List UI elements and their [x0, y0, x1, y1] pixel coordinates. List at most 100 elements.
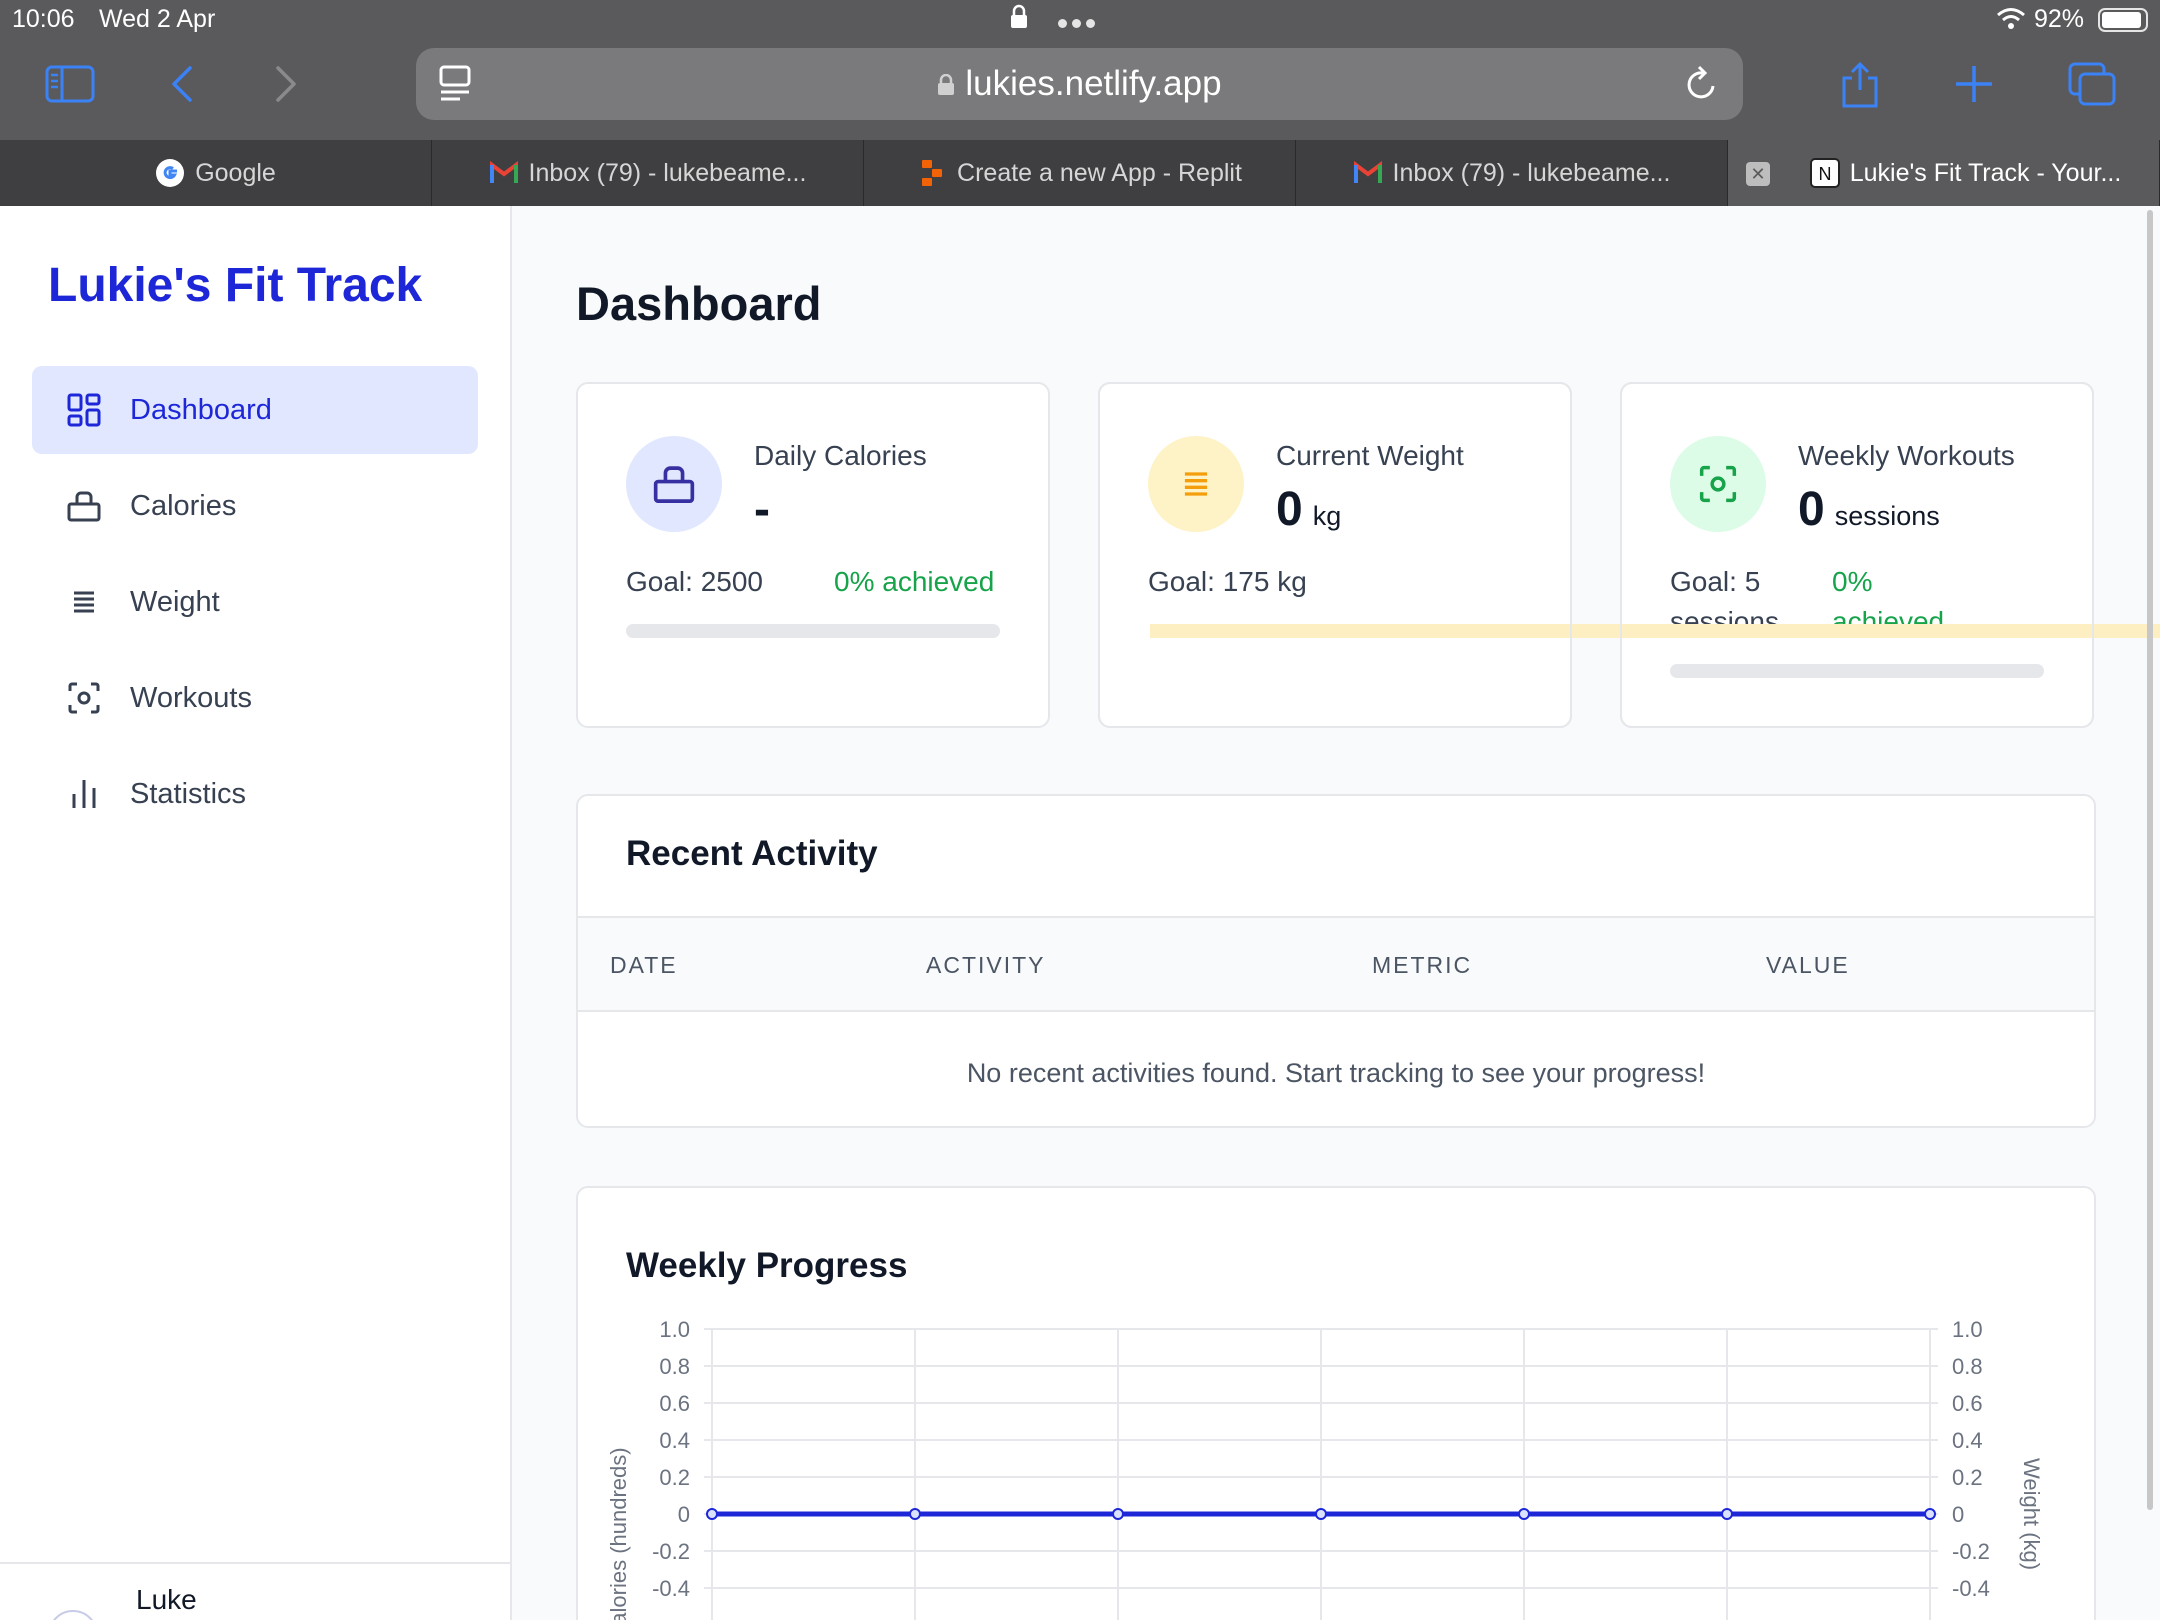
- weekly-progress-panel: Weekly Progress 1.0 1.0 0.8 0.8 0.6 0.6 0.4 0.4…: [576, 1186, 2096, 1620]
- user-profile[interactable]: Luke: [0, 1562, 510, 1620]
- bar-chart-icon: [64, 774, 104, 814]
- card-unit: sessions: [1834, 501, 1940, 531]
- sidebar-item-workouts[interactable]: Workouts: [32, 654, 478, 742]
- scale-icon: [626, 436, 722, 532]
- y-axis-label: Calories (hundreds): [608, 1447, 631, 1620]
- y-tick-label: 0.6: [659, 1391, 690, 1416]
- card-unit: kg: [1312, 501, 1342, 531]
- data-point: [1721, 1508, 1733, 1520]
- reload-icon[interactable]: [1683, 64, 1719, 109]
- page-title: Dashboard: [576, 277, 822, 330]
- y-tick-label: -0.4: [652, 1576, 690, 1601]
- list-icon: [64, 582, 104, 622]
- browser-tab[interactable]: Google: [0, 140, 432, 206]
- sidebar-item-label: Calories: [130, 489, 237, 522]
- avatar[interactable]: [48, 1610, 98, 1620]
- sidebar-item-statistics[interactable]: Statistics: [32, 750, 478, 838]
- y-tick-label: 0.4: [659, 1428, 690, 1453]
- sidebar-item-label: Workouts: [130, 681, 252, 714]
- wifi-icon: [1996, 6, 2026, 37]
- y2-tick-label: 0: [1952, 1502, 1964, 1527]
- data-point: [909, 1508, 921, 1520]
- tab-label: Create a new App - Replit: [957, 158, 1242, 187]
- sidebar-item-weight[interactable]: Weight: [32, 558, 478, 646]
- padlock-icon: [937, 65, 955, 95]
- y2-axis-label: Weight (kg): [2019, 1458, 2044, 1570]
- browser-tab[interactable]: Create a new App - Replit: [864, 140, 1296, 206]
- y2-tick-label: 1.0: [1952, 1317, 1983, 1342]
- google-icon: [155, 158, 185, 188]
- status-time: 10:06: [12, 5, 75, 33]
- current-weight-card: Current Weight 0 kg Goal: 175 kg: [1098, 382, 1572, 728]
- sidebar-item-dashboard[interactable]: Dashboard: [32, 366, 478, 454]
- data-point: [1112, 1508, 1124, 1520]
- main-content: Dashboard Daily Calories - Goal: 2500 0%…: [512, 206, 2160, 1620]
- y2-tick-label: -0.4: [1952, 1576, 1990, 1601]
- y-tick-label: 0.2: [659, 1465, 690, 1490]
- column-header: VALUE: [1766, 952, 1850, 978]
- y2-tick-label: 0.8: [1952, 1354, 1983, 1379]
- y-tick-label: 0.8: [659, 1354, 690, 1379]
- empty-state-message: No recent activities found. Start tracki…: [966, 1058, 1706, 1088]
- tab-bar: Google Inbox (79) - lukebeame... Create …: [0, 140, 2160, 206]
- close-tab-icon[interactable]: ✕: [1746, 162, 1770, 186]
- card-value: 0 sessions: [1798, 482, 1940, 537]
- browser-tab[interactable]: Inbox (79) - lukebeame...: [1296, 140, 1728, 206]
- sidebar-toggle-icon[interactable]: [38, 58, 102, 110]
- tabs-overview-icon[interactable]: [2060, 58, 2124, 110]
- data-point: [706, 1508, 718, 1520]
- multitasking-dots-icon[interactable]: [1058, 6, 1104, 30]
- data-point: [1315, 1508, 1327, 1520]
- section-title: Recent Activity: [626, 834, 878, 873]
- forward-icon[interactable]: [254, 58, 318, 110]
- notion-icon: N: [1809, 158, 1840, 188]
- url-text: lukies.netlify.app: [416, 64, 1743, 104]
- share-icon[interactable]: [1828, 58, 1892, 110]
- status-date: Wed 2 Apr: [99, 5, 216, 33]
- new-tab-icon[interactable]: [1942, 58, 2006, 110]
- card-goal: Goal: 175 kg: [1148, 566, 1307, 597]
- y-tick-label: -0.2: [652, 1539, 690, 1564]
- svg-text:N: N: [1818, 164, 1831, 184]
- y-tick-label: 1.0: [659, 1317, 690, 1342]
- camera-icon: [64, 678, 104, 718]
- sidebar-item-calories[interactable]: Calories: [32, 462, 478, 550]
- orientation-lock-icon: [1010, 4, 1028, 37]
- browser-tab[interactable]: Inbox (79) - lukebeame...: [432, 140, 864, 206]
- progress-bar: [1670, 664, 2044, 678]
- list-icon: [1148, 436, 1244, 532]
- tab-label: Inbox (79) - lukebeame...: [1392, 158, 1671, 187]
- scale-icon: [64, 486, 104, 526]
- app-brand[interactable]: Lukie's Fit Track: [48, 258, 422, 313]
- tab-label: Inbox (79) - lukebeame...: [528, 158, 807, 187]
- replit-icon: [917, 158, 947, 188]
- browser-chrome: 10:06 Wed 2 Apr 92% lukies.netlify.app G…: [0, 0, 2160, 206]
- battery-icon: [2098, 8, 2148, 32]
- card-value-number: 0: [1798, 483, 1825, 536]
- y2-tick-label: 0.4: [1952, 1428, 1983, 1453]
- status-bar: 10:06 Wed 2 Apr 92%: [0, 0, 2160, 40]
- card-title: Daily Calories: [754, 440, 927, 471]
- recent-activity-panel: Recent Activity DATE ACTIVITY METRIC VAL…: [576, 794, 2096, 1128]
- gmail-icon: [489, 158, 519, 188]
- card-value-number: 0: [1276, 483, 1303, 536]
- card-value-number: -: [754, 483, 770, 536]
- card-title: Weekly Workouts: [1798, 440, 2015, 471]
- dashboard-icon: [64, 390, 104, 430]
- tab-label: Google: [195, 158, 276, 187]
- card-value: 0 kg: [1276, 482, 1341, 537]
- camera-icon: [1670, 436, 1766, 532]
- card-goal: Goal: 2500: [626, 566, 763, 597]
- browser-tab-active[interactable]: ✕ N Lukie's Fit Track - Your...: [1728, 140, 2160, 206]
- url-value: lukies.netlify.app: [965, 64, 1222, 103]
- table-header: DATE ACTIVITY METRIC VALUE: [578, 916, 2094, 1012]
- scrollbar[interactable]: [2147, 210, 2153, 1510]
- y2-tick-label: -0.2: [1952, 1539, 1990, 1564]
- weekly-progress-chart: 1.0 1.0 0.8 0.8 0.6 0.6 0.4 0.4 0.2 0.2 0 0 -0.2 -0.2…: [608, 1317, 2044, 1620]
- tab-label: Lukie's Fit Track - Your...: [1849, 158, 2122, 187]
- sidebar-item-label: Weight: [130, 585, 220, 618]
- column-header: DATE: [610, 952, 678, 978]
- address-bar[interactable]: lukies.netlify.app: [416, 48, 1743, 120]
- column-header: ACTIVITY: [926, 952, 1046, 978]
- back-icon[interactable]: [150, 58, 214, 110]
